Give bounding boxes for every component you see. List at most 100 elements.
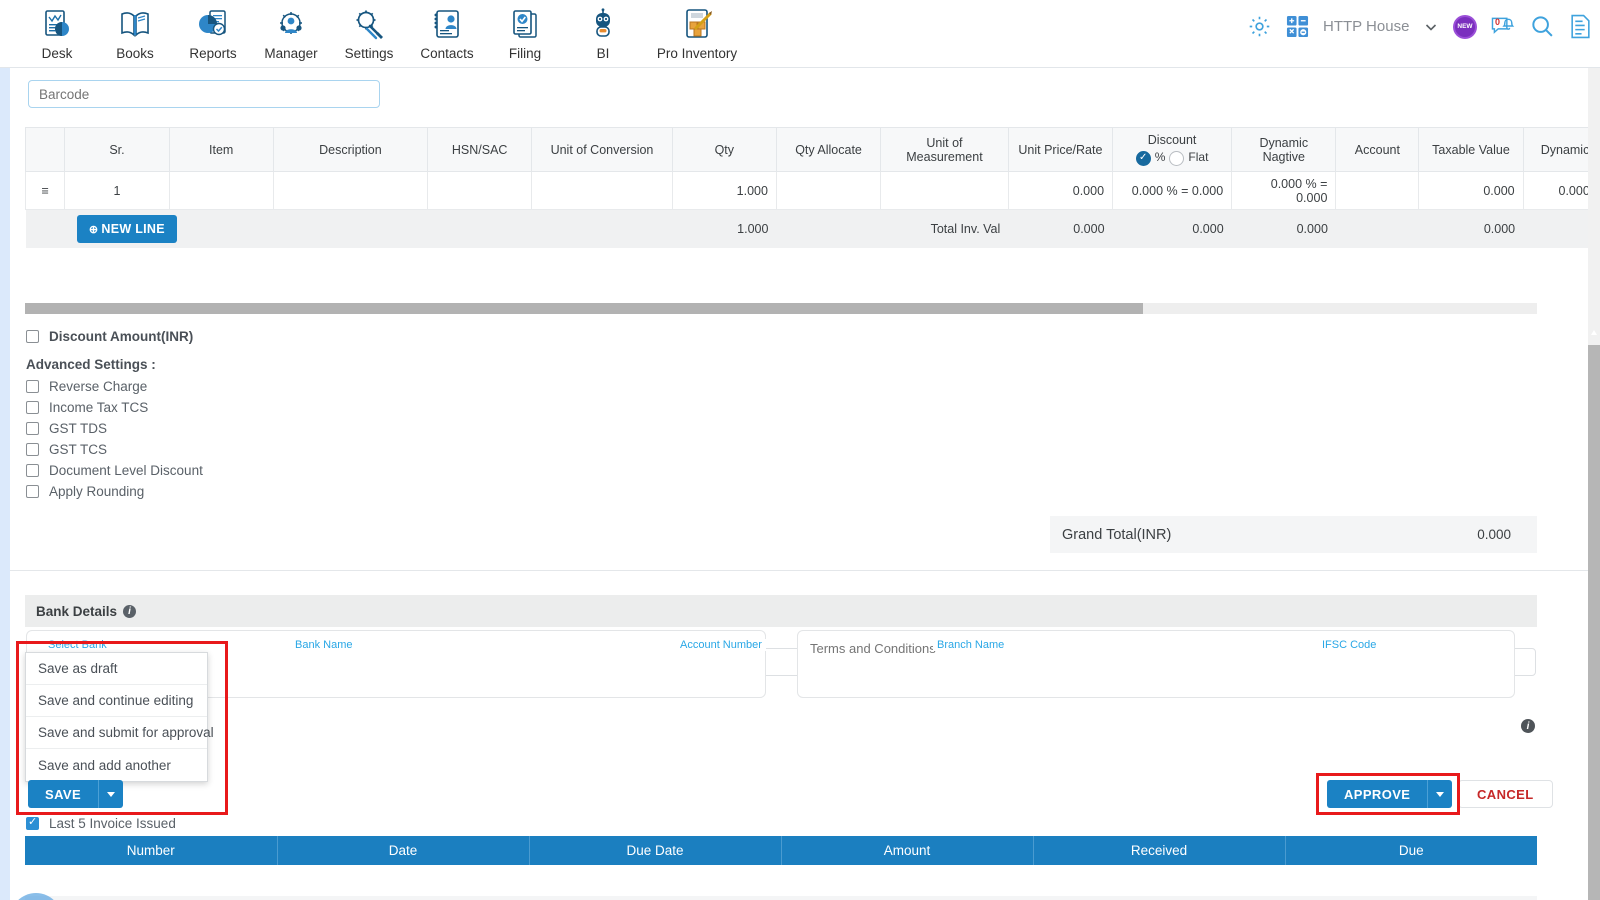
bank-name-label: Bank Name	[291, 639, 357, 651]
filing-document-check-icon	[508, 5, 542, 45]
cell-account[interactable]	[1335, 171, 1420, 210]
bi-robot-icon	[586, 5, 620, 45]
option-label: Apply Rounding	[49, 484, 145, 499]
col-unit-price-rate: Unit Price/Rate	[1007, 127, 1114, 172]
cell-item[interactable]	[168, 171, 274, 210]
last-invoices-table: Number Date Due Date Amount Received Due	[25, 836, 1537, 893]
gst-tds-checkbox[interactable]	[26, 422, 39, 435]
footer-discount-total: 0.000	[1112, 209, 1232, 248]
income-tax-tcs-checkbox[interactable]	[26, 401, 39, 414]
reverse-charge-checkbox[interactable]	[26, 380, 39, 393]
discount-flat-radio[interactable]	[1169, 150, 1185, 166]
menu-item-save-and-submit-for-approval[interactable]: Save and submit for approval	[26, 717, 214, 749]
advanced-option-gst-tds[interactable]: GST TDS	[26, 418, 203, 439]
apply-rounding-checkbox[interactable]	[26, 485, 39, 498]
nav-item-desk[interactable]: Desk	[18, 0, 96, 61]
menu-item-save-and-continue-editing[interactable]: Save and continue editing	[26, 685, 207, 717]
advanced-option-gst-tcs[interactable]: GST TCS	[26, 439, 203, 460]
nav-item-settings[interactable]: Settings	[330, 0, 408, 61]
nav-item-reports[interactable]: Reports	[174, 0, 252, 61]
nav-item-contacts[interactable]: Contacts	[408, 0, 486, 61]
nav-item-pro-inventory[interactable]: Pro Inventory	[642, 0, 752, 61]
row-drag-handle[interactable]: ≡	[24, 171, 66, 210]
option-label: GST TDS	[49, 421, 108, 436]
search-icon[interactable]	[1530, 14, 1555, 39]
approve-button[interactable]: APPROVE	[1327, 780, 1428, 808]
items-horizontal-scrollbar[interactable]	[25, 303, 1537, 314]
gear-icon[interactable]	[1247, 14, 1272, 39]
footer-taxable-value-total: 0.000	[1418, 209, 1524, 248]
save-dropdown-toggle[interactable]	[98, 780, 124, 808]
footer-unit-price-total: 0.000	[1008, 209, 1113, 248]
manager-gear-people-icon	[274, 5, 308, 45]
cell-qty-allocate[interactable]	[775, 171, 882, 210]
nav-item-label: Filing	[508, 46, 542, 61]
page-vertical-scrollbar[interactable]	[1588, 68, 1600, 900]
col-sr: Sr.	[64, 127, 170, 172]
document-level-discount-checkbox[interactable]	[26, 464, 39, 477]
note-document-icon[interactable]	[1569, 14, 1592, 39]
nav-item-books[interactable]: Books	[96, 0, 174, 61]
col-item: Item	[168, 127, 274, 172]
approve-button-group: APPROVE	[1327, 780, 1453, 808]
gst-tcs-checkbox[interactable]	[26, 443, 39, 456]
advanced-option-apply-rounding[interactable]: Apply Rounding	[26, 481, 203, 502]
last-invoices-checkbox[interactable]	[26, 816, 39, 830]
nav-item-manager[interactable]: Manager	[252, 0, 330, 61]
terms-and-conditions-textarea[interactable]	[797, 630, 1515, 698]
cell-hsn-sac[interactable]	[427, 171, 533, 210]
save-options-dropdown-menu: Save as draft Save and continue editing …	[25, 652, 214, 782]
cell-unit-of-measurement[interactable]	[880, 171, 1009, 210]
scrollbar-thumb[interactable]	[1588, 345, 1600, 900]
cancel-button[interactable]: CANCEL	[1458, 780, 1553, 808]
bank-details-title: Bank Details	[36, 603, 118, 619]
col-date: Date	[277, 836, 530, 865]
col-received: Received	[1033, 836, 1286, 865]
approve-dropdown-toggle[interactable]	[1427, 780, 1453, 808]
chevron-down-icon[interactable]	[1423, 19, 1439, 35]
settings-gear-wrench-icon	[352, 5, 386, 45]
cell-unit-price-rate[interactable]: 0.000	[1007, 171, 1114, 210]
new-badge[interactable]: NEW	[1453, 14, 1477, 39]
advanced-option-income-tax-tcs[interactable]: Income Tax TCS	[26, 397, 203, 418]
cell-description[interactable]	[272, 171, 429, 210]
save-button[interactable]: SAVE	[28, 780, 99, 808]
nav-item-label: Contacts	[420, 46, 474, 61]
discount-amount-checkbox[interactable]	[26, 330, 39, 343]
nav-item-label: BI	[596, 46, 610, 61]
branch-name-label: Branch Name	[933, 639, 1009, 651]
footer-blank-2	[1335, 209, 1419, 248]
calculator-icon[interactable]	[1286, 15, 1309, 38]
barcode-input[interactable]	[28, 80, 380, 108]
discount-amount-row: Discount Amount(INR)	[26, 326, 193, 347]
info-icon[interactable]: i	[1521, 719, 1535, 733]
footer-total-label: Total Inv. Val	[880, 209, 1009, 248]
cell-taxable-value[interactable]: 0.000	[1418, 171, 1524, 210]
nav-item-bi[interactable]: BI	[564, 0, 642, 61]
menu-item-save-as-draft[interactable]: Save as draft	[26, 653, 207, 685]
scrollbar-thumb[interactable]	[25, 303, 1143, 314]
discount-percent-radio[interactable]: ✓	[1135, 150, 1151, 166]
cell-discount[interactable]: 0.000 % = 0.000	[1112, 171, 1233, 210]
desk-chart-icon	[40, 5, 74, 45]
scroll-up-arrow[interactable]	[1591, 330, 1597, 335]
new-line-button[interactable]: ⊕ NEW LINE	[76, 214, 177, 243]
books-icon	[118, 5, 152, 45]
cell-sr: 1	[64, 171, 170, 210]
table-row[interactable]: ≡ 1 1.000 0.000 0.000 % = 0.000 0.000 % …	[24, 171, 1600, 210]
info-icon[interactable]: i	[123, 604, 137, 618]
top-navigation-bar: Desk Books Reports Manager Settings Cont…	[0, 0, 1600, 68]
last-invoices-empty-row	[25, 865, 1537, 893]
cell-dynamic-nagtive[interactable]: 0.000 % = 0.000	[1231, 171, 1337, 210]
nav-items: Desk Books Reports Manager Settings Cont…	[0, 0, 752, 61]
discount-amount-label: Discount Amount(INR)	[49, 329, 194, 344]
cell-unit-of-conversion[interactable]	[531, 171, 673, 210]
chat-bell-icon[interactable]: 0	[1491, 15, 1516, 38]
cell-qty[interactable]: 1.000	[671, 171, 777, 210]
advanced-option-reverse-charge[interactable]: Reverse Charge	[26, 376, 203, 397]
menu-item-save-and-add-another[interactable]: Save and add another	[26, 749, 207, 781]
plus-icon: ⊕	[88, 223, 99, 236]
nav-item-filing[interactable]: Filing	[486, 0, 564, 61]
advanced-option-document-level-discount[interactable]: Document Level Discount	[26, 460, 203, 481]
company-name[interactable]: HTTP House	[1323, 18, 1409, 35]
